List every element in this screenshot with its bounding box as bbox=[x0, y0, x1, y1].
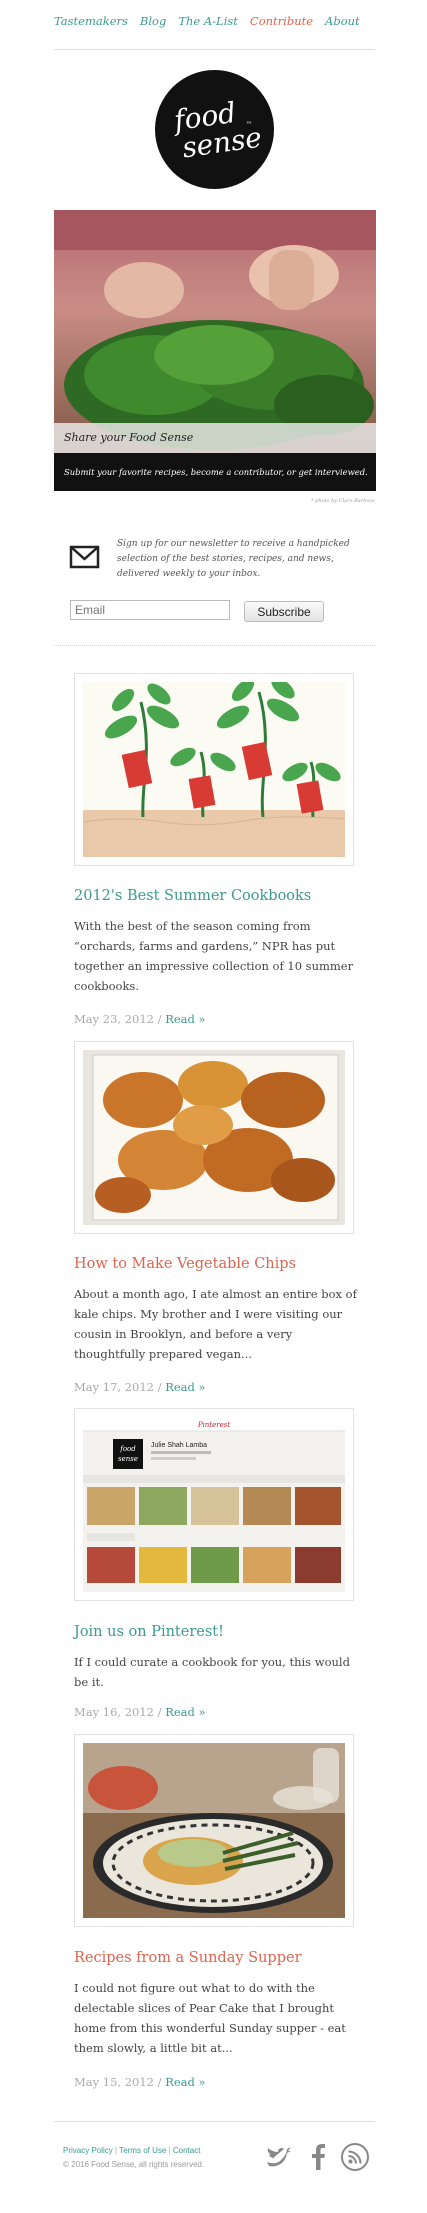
read-more-link[interactable]: Read » bbox=[165, 1705, 205, 1719]
rss-icon[interactable] bbox=[340, 2142, 370, 2172]
logo-word-sense: sense bbox=[179, 120, 264, 164]
post-excerpt: I could not figure out what to do with t… bbox=[74, 1981, 346, 2055]
twitter-icon[interactable] bbox=[264, 2142, 294, 2172]
post-meta: May 17, 2012 / Read » bbox=[74, 1380, 206, 1394]
hero-subtext: Submit your favorite recipes, become a c… bbox=[54, 453, 376, 491]
contact-link[interactable]: Contact bbox=[173, 2146, 201, 2155]
read-more-link[interactable]: Read » bbox=[165, 1012, 205, 1026]
post-image-sunday-supper bbox=[83, 1743, 345, 1918]
post-image-card[interactable] bbox=[74, 673, 354, 866]
post-image-vegetable-chips bbox=[83, 1050, 345, 1225]
post-image-card[interactable] bbox=[74, 1041, 354, 1234]
read-more-link[interactable]: Read » bbox=[165, 1380, 205, 1394]
pinterest-brand: Pinterest bbox=[197, 1421, 230, 1429]
post-image-pinterest: Pinterest food sense Julie Shah Lamba bbox=[83, 1417, 345, 1592]
post-title[interactable]: 2012's Best Summer Cookbooks bbox=[74, 888, 311, 904]
subscribe-button[interactable]: Subscribe bbox=[244, 601, 324, 622]
post-meta: May 15, 2012 / Read » bbox=[74, 2075, 206, 2089]
nav-item-about[interactable]: About bbox=[325, 14, 360, 36]
post-date: May 17, 2012 / bbox=[74, 1380, 162, 1394]
photo-credit: * photo by Clare Barboza bbox=[311, 498, 375, 504]
envelope-icon bbox=[69, 545, 100, 569]
newsletter-description: Sign up for our newsletter to receive a … bbox=[117, 539, 350, 579]
post-date: May 23, 2012 / bbox=[74, 1012, 162, 1026]
pinterest-logo-sense: sense bbox=[118, 1455, 138, 1463]
post-date: May 15, 2012 / bbox=[74, 2075, 162, 2089]
terms-of-use-link[interactable]: Terms of Use bbox=[119, 2146, 166, 2155]
footer-links: Privacy Policy | Terms of Use | Contact bbox=[63, 2146, 200, 2155]
header-divider bbox=[54, 49, 375, 50]
post-excerpt: About a month ago, I ate almost an entir… bbox=[74, 1287, 357, 1361]
nav-item-a-list[interactable]: The A-List bbox=[178, 14, 238, 36]
post-meta: May 23, 2012 / Read » bbox=[74, 1012, 206, 1026]
footer-separator: | bbox=[168, 2146, 171, 2155]
newsletter-divider bbox=[54, 645, 375, 646]
post-image-summer-cookbooks bbox=[83, 682, 345, 857]
logo-trademark: ™ bbox=[246, 121, 252, 128]
nav-item-blog[interactable]: Blog bbox=[140, 14, 166, 36]
food-sense-logo[interactable]: food sense ™ bbox=[155, 70, 274, 189]
post-image-card[interactable]: Pinterest food sense Julie Shah Lamba bbox=[74, 1408, 354, 1601]
privacy-policy-link[interactable]: Privacy Policy bbox=[63, 2146, 113, 2155]
pinterest-profile-name: Julie Shah Lamba bbox=[151, 1442, 207, 1449]
post-excerpt: With the best of the season coming from … bbox=[74, 919, 354, 993]
hero-caption: Share your Food Sense bbox=[54, 423, 376, 453]
footer-separator: | bbox=[115, 2146, 118, 2155]
footer-divider bbox=[54, 2121, 375, 2122]
post-excerpt: If I could curate a cookbook for you, th… bbox=[74, 1655, 350, 1689]
email-input[interactable] bbox=[70, 600, 230, 620]
post-title[interactable]: How to Make Vegetable Chips bbox=[74, 1256, 296, 1272]
read-more-link[interactable]: Read » bbox=[165, 2075, 205, 2089]
post-date: May 16, 2012 / bbox=[74, 1705, 162, 1719]
hero-banner[interactable]: Share your Food Sense Submit your favori… bbox=[54, 210, 376, 491]
post-title[interactable]: Recipes from a Sunday Supper bbox=[74, 1950, 302, 1966]
nav-item-tastemakers[interactable]: Tastemakers bbox=[54, 14, 128, 36]
post-image-card[interactable] bbox=[74, 1734, 354, 1927]
pinterest-logo-food: food bbox=[119, 1445, 136, 1453]
top-nav: Tastemakers Blog The A-List Contribute A… bbox=[54, 14, 374, 36]
nav-item-contribute[interactable]: Contribute bbox=[250, 14, 313, 36]
facebook-icon[interactable] bbox=[303, 2142, 333, 2172]
copyright-text: © 2016 Food Sense, all rights reserved. bbox=[63, 2160, 205, 2169]
post-meta: May 16, 2012 / Read » bbox=[74, 1705, 206, 1719]
post-title[interactable]: Join us on Pinterest! bbox=[74, 1624, 224, 1640]
